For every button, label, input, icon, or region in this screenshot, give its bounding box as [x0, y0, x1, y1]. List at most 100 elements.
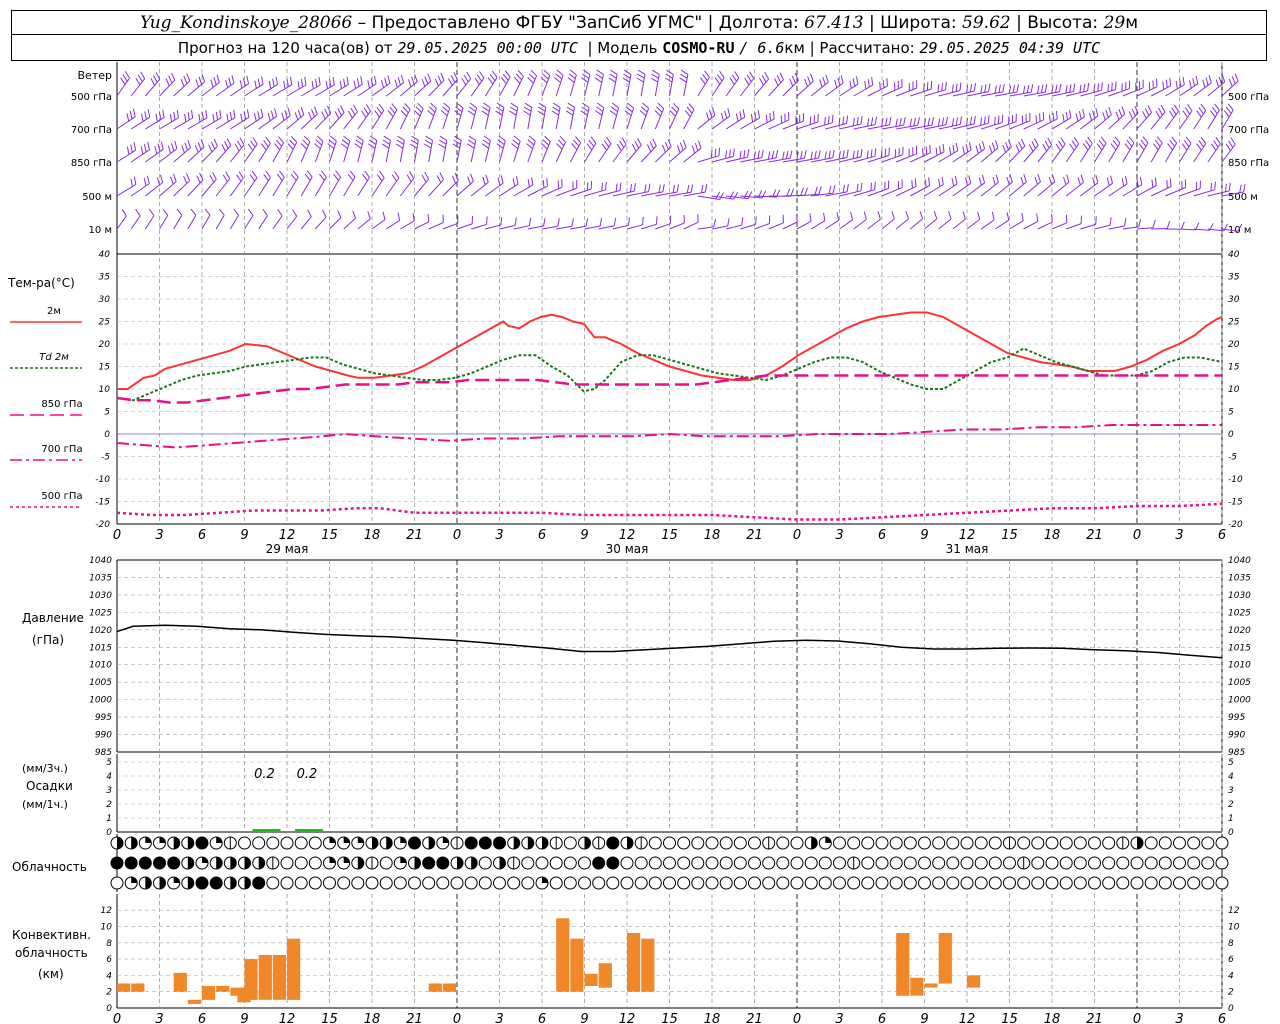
cloud-circle [1003, 856, 1016, 870]
pressure-tick-label: 1040 [1228, 556, 1251, 566]
wind-barb-feather [747, 149, 750, 158]
wind-barb-feather [928, 177, 931, 186]
cloud-circle [960, 836, 974, 850]
wind-barb-feather [741, 217, 744, 226]
wind-barb-feather [661, 144, 666, 153]
wind-barb-feather [236, 174, 242, 182]
wind-barb [414, 80, 432, 97]
wind-barb-feather [1171, 107, 1177, 115]
wind-barb [286, 142, 298, 163]
wind-barb-feather [481, 110, 489, 116]
wind-barb-feather [378, 103, 385, 111]
wind-barb [1094, 182, 1113, 197]
wind-barb [244, 177, 258, 197]
wind-barb-feather [1225, 143, 1231, 151]
wind-barb-feather [714, 77, 721, 85]
wind-barb-feather [619, 140, 625, 148]
precip-tick-label: 4 [106, 772, 112, 782]
wind-barb-feather [133, 108, 136, 117]
wind-barb-feather [824, 151, 827, 160]
wind-barb-feather [925, 146, 928, 155]
wind-barb-feather [1152, 219, 1156, 228]
wind-barb-feather [734, 71, 740, 79]
wind-barb-feather [381, 79, 384, 88]
wind-barb [995, 219, 1009, 230]
temp-label: Тем-ра(°C) [7, 276, 75, 290]
wind-barb-feather [1018, 141, 1023, 150]
wind-barb-feather [595, 73, 603, 79]
wind-barb [768, 222, 784, 230]
cloud-circle [691, 876, 705, 890]
cloud-circle [606, 876, 620, 890]
wind-barb-feather [725, 150, 728, 159]
wind-barb-feather [559, 135, 566, 143]
wind-barb-feather [951, 84, 954, 93]
wind-barb-feather [650, 77, 659, 83]
wind-barb-feather [430, 102, 437, 109]
wind-barb-feather [509, 106, 518, 112]
cloud-circle [847, 836, 861, 850]
wind-barb [1065, 182, 1084, 197]
wind-barb-feather [991, 211, 995, 220]
wind-level-label: 500 гПа [1228, 92, 1269, 103]
pressure-tick-label: 995 [1228, 713, 1245, 723]
wind-barb-feather [216, 74, 220, 83]
wind-barb-feather [272, 78, 275, 87]
wind-barb-feather [1111, 82, 1113, 91]
cloud-circle [578, 856, 591, 870]
wind-barb-feather [931, 117, 934, 126]
cloud-circle [422, 856, 436, 870]
cloud-circle [861, 836, 875, 850]
wind-barb-feather [796, 213, 798, 223]
wind-barb-feather [332, 76, 335, 85]
wind-barb-feather [1200, 103, 1207, 111]
wind-barb-feather [409, 171, 415, 179]
wind-barb-feather [955, 117, 959, 126]
cloud-half-fill [499, 857, 506, 869]
wind-barb-feather [542, 139, 550, 146]
wind-barb-feather [427, 213, 430, 222]
cloud-quarter-fill [400, 837, 407, 843]
cloud-half-fill [173, 837, 180, 849]
hour-tick-label: 6 [878, 1012, 886, 1024]
cloud-circle [762, 876, 776, 890]
wind-barb-feather [662, 184, 665, 192]
wind-barb-feather [321, 111, 326, 120]
wind-barb-feather [929, 144, 931, 153]
wind-barb-feather [742, 109, 746, 118]
wind-barb-feather [394, 79, 398, 88]
temp-tick-label: 10 [1228, 385, 1240, 395]
wind-barb-feather [804, 187, 808, 196]
wind-barb [796, 220, 812, 230]
cloud-circle [549, 856, 563, 870]
cloud-circle [1045, 876, 1059, 890]
wind-barb-feather [1147, 105, 1152, 113]
wind-barb-feather [361, 110, 367, 118]
wind-barb-feather [800, 187, 804, 196]
pressure-tick-label: 990 [1228, 731, 1245, 741]
cloud-quarter-fill [329, 857, 336, 863]
wind-barb-feather [573, 139, 580, 147]
cloud-circle [932, 876, 946, 890]
wind-barb-feather [424, 171, 430, 180]
wind-barb-feather [315, 139, 323, 146]
wind-level-label: 850 гПа [1228, 158, 1269, 169]
wind-barb [1207, 110, 1220, 130]
wind-barb-feather [263, 174, 269, 182]
wind-barb-feather [137, 74, 143, 83]
hour-tick-label: 0 [793, 528, 801, 543]
wind-barb-feather [1210, 143, 1217, 151]
hour-tick-label: 12 [959, 528, 976, 543]
wind-barb-feather [265, 136, 271, 144]
wind-barb-feather [1063, 176, 1067, 185]
wind-barb [825, 82, 844, 97]
wind-barb-feather [1223, 110, 1230, 118]
wind-barb-feather [540, 77, 548, 84]
wind-barb-feather [436, 175, 442, 183]
wind-barb-feather [129, 110, 133, 120]
hour-tick-label: 9 [240, 528, 248, 543]
cloud-quarter-fill [329, 837, 336, 843]
temp-tick-label: -15 [95, 498, 110, 508]
precip-top-label: (мм/3ч.) [22, 762, 68, 775]
wind-barb-feather [679, 77, 687, 83]
